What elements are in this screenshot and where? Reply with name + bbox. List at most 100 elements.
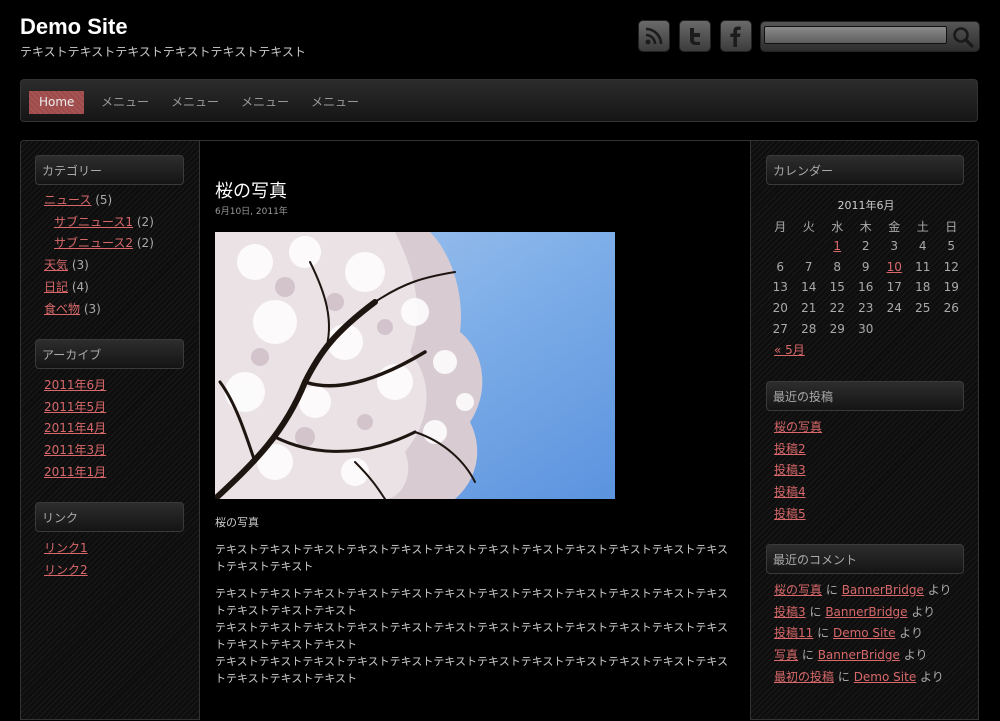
comment-joiner: に	[825, 583, 838, 597]
calendar-day: 21	[801, 301, 817, 316]
archive-link[interactable]: 2011年5月	[44, 400, 106, 414]
archives-widget-title: アーカイブ	[35, 339, 184, 369]
comment-joiner: に	[809, 604, 822, 619]
comment-post-link[interactable]: 写真	[774, 648, 798, 662]
site-title[interactable]: Demo Site	[20, 14, 128, 40]
categories-widget-title: カテゴリー	[35, 155, 184, 185]
calendar-caption: 2011年6月	[837, 199, 895, 212]
category-link[interactable]: 日記	[44, 280, 68, 294]
comment-joiner: に	[801, 648, 814, 663]
calendar-day-link[interactable]: 10	[880, 260, 909, 274]
main-nav: Home メニュー メニュー メニュー メニュー	[20, 79, 978, 122]
links-widget-title: リンク	[35, 502, 184, 532]
twitter-button[interactable]	[679, 20, 711, 52]
comment-author-link[interactable]: BannerBridge	[842, 583, 924, 597]
nav-item-home[interactable]: Home	[29, 91, 85, 114]
calendar-day: 13	[772, 280, 788, 295]
category-count: (2)	[136, 236, 154, 251]
calendar-day: 26	[943, 301, 959, 316]
calendar-day-link[interactable]: 1	[823, 239, 852, 253]
search-button[interactable]	[949, 24, 977, 49]
calendar-widget-title: カレンダー	[766, 155, 964, 185]
recent-post-link[interactable]: 投稿2	[774, 442, 806, 456]
calendar-day: 30	[858, 322, 874, 336]
calendar-weekday: 日	[945, 220, 958, 234]
calendar-day: 11	[915, 259, 931, 274]
category-item: サブニュース1 (2)	[44, 212, 154, 234]
facebook-icon	[730, 26, 741, 47]
calendar-day: 16	[858, 280, 874, 295]
search-input[interactable]	[764, 26, 947, 44]
recent-post-link[interactable]: 桜の写真	[774, 420, 822, 434]
comment-author-link[interactable]: BannerBridge	[818, 648, 900, 662]
recent-comments-list: 桜の写真 に BannerBridge より 投稿3 に BannerBridg…	[774, 580, 952, 689]
calendar-day: 2	[861, 238, 870, 253]
calendar-day: 22	[829, 301, 845, 316]
archives-list: 2011年6月 2011年5月 2011年4月 2011年3月 2011年1月	[44, 375, 106, 484]
nav-item-menu-4[interactable]: メニュー	[301, 91, 369, 114]
recent-comment-item: 投稿3 に BannerBridge より	[774, 602, 952, 624]
calendar-day: 29	[829, 322, 845, 336]
archive-link[interactable]: 2011年3月	[44, 443, 106, 457]
calendar-day: 9	[861, 259, 870, 274]
recent-post-link[interactable]: 投稿3	[774, 463, 806, 477]
comment-author-link[interactable]: BannerBridge	[825, 605, 907, 619]
facebook-button[interactable]	[720, 20, 752, 52]
calendar-day: 17	[886, 280, 902, 295]
nav-item-menu-2[interactable]: メニュー	[161, 91, 229, 114]
calendar-day: 3	[890, 238, 899, 253]
comment-post-link[interactable]: 桜の写真	[774, 583, 822, 597]
recent-posts-list: 桜の写真 投稿2 投稿3 投稿4 投稿5	[774, 417, 822, 526]
comment-author-link[interactable]: Demo Site	[854, 670, 917, 684]
category-item: 日記 (4)	[44, 277, 154, 299]
nav-item-menu-1[interactable]: メニュー	[91, 91, 159, 114]
calendar-weekday: 火	[802, 220, 815, 234]
comment-suffix: より	[903, 648, 928, 663]
calendar-day: 19	[943, 280, 959, 295]
categories-list: ニュース (5) サブニュース1 (2) サブニュース2 (2) 天気 (3) …	[44, 190, 154, 320]
recent-post-link[interactable]: 投稿4	[774, 485, 806, 499]
category-link[interactable]: ニュース	[44, 193, 91, 207]
calendar-prev-month-link[interactable]: « 5月	[774, 343, 805, 357]
calendar-day: 8	[833, 259, 842, 274]
recent-post-link[interactable]: 投稿5	[774, 507, 806, 521]
calendar-day: 20	[772, 301, 788, 316]
comment-post-link[interactable]: 投稿11	[774, 626, 813, 640]
calendar-day: 7	[804, 259, 813, 274]
blogroll-link[interactable]: リンク1	[44, 541, 88, 555]
post-title[interactable]: 桜の写真	[215, 177, 287, 203]
archive-link[interactable]: 2011年4月	[44, 421, 106, 435]
post-paragraph: テキストテキストテキストテキストテキストテキストテキストテキストテキストテキスト…	[215, 543, 729, 573]
category-link[interactable]: サブニュース2	[54, 236, 133, 250]
calendar-day: 23	[858, 301, 874, 316]
calendar-day: 6	[776, 259, 785, 274]
comment-post-link[interactable]: 最初の投稿	[774, 670, 834, 684]
recent-comment-item: 最初の投稿 に Demo Site より	[774, 667, 952, 689]
comment-suffix: より	[927, 583, 952, 597]
category-link[interactable]: 食べ物	[44, 302, 80, 316]
calendar-day: 24	[886, 301, 902, 316]
archive-link[interactable]: 2011年6月	[44, 378, 106, 392]
category-count: (3)	[83, 301, 101, 316]
category-link[interactable]: 天気	[44, 258, 68, 272]
calendar-day: 15	[829, 280, 845, 295]
category-count: (4)	[71, 279, 89, 294]
comment-post-link[interactable]: 投稿3	[774, 605, 806, 619]
comment-author-link[interactable]: Demo Site	[833, 626, 896, 640]
category-item: 天気 (3)	[44, 255, 154, 277]
nav-item-menu-3[interactable]: メニュー	[231, 91, 299, 114]
comment-suffix: より	[920, 669, 944, 684]
calendar-weekday: 水	[831, 220, 844, 234]
recent-posts-widget-title: 最近の投稿	[766, 381, 964, 411]
blogroll-link[interactable]: リンク2	[44, 563, 88, 577]
category-link[interactable]: サブニュース1	[54, 215, 133, 229]
category-item: 食べ物 (3)	[44, 299, 154, 321]
category-count: (3)	[71, 258, 89, 273]
category-count: (5)	[95, 193, 113, 207]
calendar-day: 14	[801, 280, 817, 295]
recent-comments-widget-title: 最近のコメント	[766, 544, 964, 574]
rss-button[interactable]	[638, 20, 670, 52]
archive-link[interactable]: 2011年1月	[44, 465, 106, 479]
comment-joiner: に	[837, 669, 850, 684]
post-caption: 桜の写真	[215, 516, 259, 529]
